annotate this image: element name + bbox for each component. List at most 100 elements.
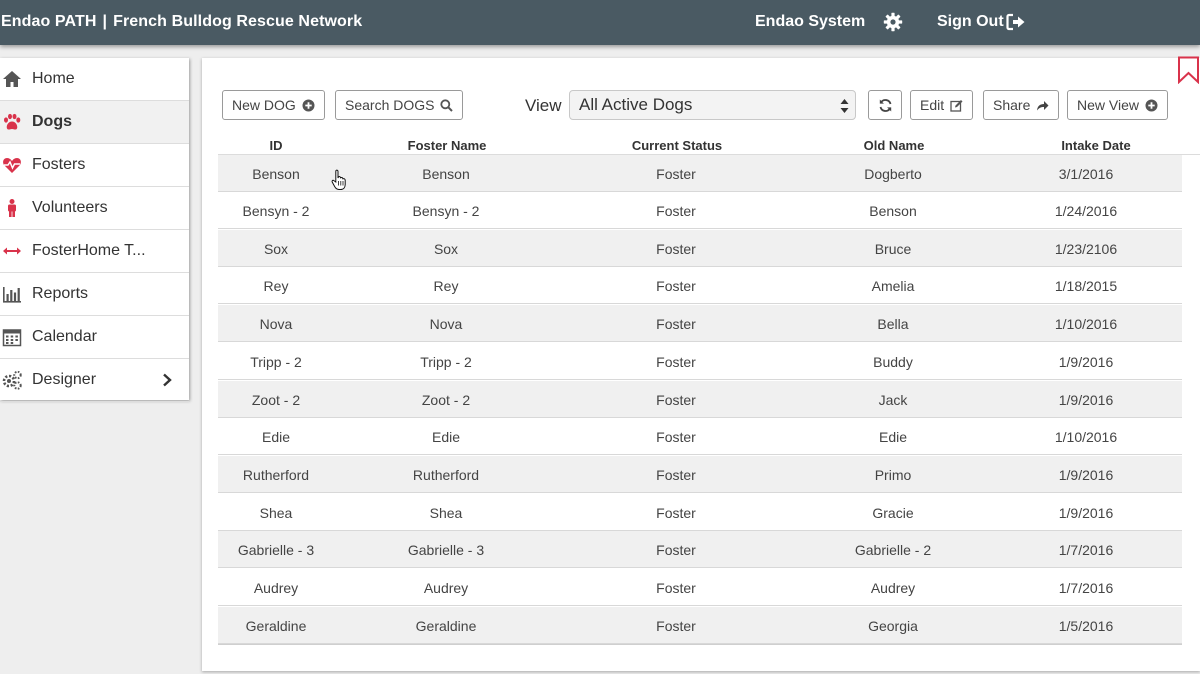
cell-old-name: Georgia xyxy=(868,618,918,634)
sidebar-item-label: FosterHome T... xyxy=(32,242,146,259)
cell-current-status: Foster xyxy=(656,467,696,483)
cell-intake-date: 1/9/2016 xyxy=(1058,505,1114,521)
sidebar-item-designer[interactable]: Designer xyxy=(0,359,189,402)
cell-old-name: Amelia xyxy=(871,278,915,294)
sidebar-item-volunteers[interactable]: Volunteers xyxy=(0,187,189,230)
cell-current-status: Foster xyxy=(656,241,696,257)
cell-intake-date: 1/7/2016 xyxy=(1058,542,1114,558)
table-row[interactable]: Shea Shea Foster Gracie 1/9/2016 xyxy=(218,494,1182,531)
table-row[interactable]: Geraldine Geraldine Foster Georgia 1/5/2… xyxy=(218,607,1182,644)
column-header-id[interactable]: ID xyxy=(270,138,283,153)
cell-current-status: Foster xyxy=(656,203,696,219)
cell-foster-name: Audrey xyxy=(423,580,469,596)
select-arrows-icon xyxy=(840,99,849,113)
edit-button[interactable]: Edit xyxy=(910,90,974,120)
cell-id: Zoot - 2 xyxy=(251,392,301,408)
cell-intake-date: 1/24/2016 xyxy=(1054,203,1118,219)
new-view-button[interactable]: New View xyxy=(1067,90,1168,120)
new-dog-button[interactable]: New DOG xyxy=(222,90,325,120)
search-dogs-button[interactable]: Search DOGS xyxy=(335,90,464,120)
sidebar-menu: Home Dogs Fosters Volunteers FosterHome … xyxy=(0,58,189,402)
cell-foster-name: Bensyn - 2 xyxy=(412,203,480,219)
cell-id: Edie xyxy=(261,429,291,445)
cell-old-name: Dogberto xyxy=(864,166,922,182)
system-menu[interactable]: Endao System xyxy=(755,13,865,31)
plus-circle-icon xyxy=(1145,99,1158,111)
calendar-icon xyxy=(2,329,22,347)
cell-old-name: Audrey xyxy=(870,580,916,596)
refresh-button[interactable] xyxy=(868,90,902,120)
sidebar-item-reports[interactable]: Reports xyxy=(0,273,189,316)
cell-intake-date: 1/7/2016 xyxy=(1058,580,1114,596)
cell-intake-date: 3/1/2016 xyxy=(1058,166,1114,182)
table-row[interactable]: Edie Edie Foster Edie 1/10/2016 xyxy=(218,418,1182,455)
top-navigation-bar: Endao PATH | French Bulldog Rescue Network… xyxy=(0,0,1200,45)
view-select[interactable]: All Active Dogs xyxy=(569,90,856,120)
cell-id: Rey xyxy=(263,278,289,294)
cell-intake-date: 1/5/2016 xyxy=(1058,618,1114,634)
person-icon xyxy=(8,199,16,217)
cell-intake-date: 1/9/2016 xyxy=(1058,392,1114,408)
cell-intake-date: 1/9/2016 xyxy=(1058,354,1114,370)
cell-id: Rutherford xyxy=(242,467,310,483)
bar-chart-icon xyxy=(3,287,21,303)
brand-separator: | xyxy=(102,13,108,30)
cell-intake-date: 1/18/2015 xyxy=(1054,278,1118,294)
heartbeat-icon xyxy=(3,158,21,173)
cell-current-status: Foster xyxy=(656,354,696,370)
sidebar-item-label: Reports xyxy=(32,285,89,302)
sidebar-item-fosterhome[interactable]: FosterHome T... xyxy=(0,230,189,273)
table-row[interactable]: Sox Sox Foster Bruce 1/23/2106 xyxy=(218,230,1182,267)
sidebar-item-fosters[interactable]: Fosters xyxy=(0,144,189,187)
sign-out-link[interactable]: Sign Out xyxy=(937,13,1004,31)
cell-old-name: Jack xyxy=(878,392,908,408)
column-header-current-status[interactable]: Current Status xyxy=(632,138,722,153)
cell-current-status: Foster xyxy=(656,505,696,521)
cell-id: Gabrielle - 3 xyxy=(237,542,315,558)
cell-id: Benson xyxy=(252,166,300,182)
table-row[interactable]: Gabrielle - 3 Gabrielle - 3 Foster Gabri… xyxy=(218,531,1182,568)
cell-foster-name: Tripp - 2 xyxy=(420,354,472,370)
table-row[interactable]: Rutherford Rutherford Foster Primo 1/9/2… xyxy=(218,456,1182,493)
new-view-label: New View xyxy=(1077,97,1139,113)
edit-label: Edit xyxy=(920,97,945,113)
sidebar-item-label: Dogs xyxy=(32,113,72,130)
column-header-old-name[interactable]: Old Name xyxy=(864,138,925,153)
cell-foster-name: Sox xyxy=(433,241,459,257)
refresh-icon xyxy=(879,98,891,112)
cell-id: Audrey xyxy=(253,580,299,596)
cell-foster-name: Zoot - 2 xyxy=(421,392,471,408)
table-row[interactable]: Nova Nova Foster Bella 1/10/2016 xyxy=(218,305,1182,342)
cell-id: Bensyn - 2 xyxy=(242,203,310,219)
table-row[interactable]: Audrey Audrey Foster Audrey 1/7/2016 xyxy=(218,569,1182,606)
cell-old-name: Buddy xyxy=(873,354,913,370)
cell-id: Nova xyxy=(259,316,293,332)
gear-icon[interactable] xyxy=(883,12,903,32)
cell-old-name: Bruce xyxy=(874,241,912,257)
column-header-intake-date[interactable]: Intake Date xyxy=(1061,138,1130,153)
table-row[interactable]: Tripp - 2 Tripp - 2 Foster Buddy 1/9/201… xyxy=(218,343,1182,380)
sidebar-item-calendar[interactable]: Calendar xyxy=(0,316,189,359)
cell-foster-name: Rutherford xyxy=(412,467,480,483)
table-row[interactable]: Rey Rey Foster Amelia 1/18/2015 xyxy=(218,267,1182,304)
app-brand[interactable]: Endao PATH | French Bulldog Rescue Network xyxy=(1,13,362,31)
bookmark-icon[interactable] xyxy=(1177,56,1200,84)
cell-id: Shea xyxy=(259,505,293,521)
column-header-foster-name[interactable]: Foster Name xyxy=(408,138,487,153)
sidebar-item-home[interactable]: Home xyxy=(0,58,189,101)
cell-current-status: Foster xyxy=(656,392,696,408)
sidebar-item-dogs[interactable]: Dogs xyxy=(0,101,189,144)
table-row[interactable]: Zoot - 2 Zoot - 2 Foster Jack 1/9/2016 xyxy=(218,381,1182,418)
share-button[interactable]: Share xyxy=(983,90,1060,120)
chevron-right-icon[interactable] xyxy=(161,373,173,387)
cell-foster-name: Gabrielle - 3 xyxy=(407,542,485,558)
table-row[interactable]: Bensyn - 2 Bensyn - 2 Foster Benson 1/24… xyxy=(218,192,1182,229)
cell-current-status: Foster xyxy=(656,580,696,596)
view-label: View xyxy=(525,96,562,115)
cell-intake-date: 1/9/2016 xyxy=(1058,467,1114,483)
table-row[interactable]: Benson Benson Foster Dogberto 3/1/2016 xyxy=(218,155,1182,192)
cell-current-status: Foster xyxy=(656,278,696,294)
sidebar-item-label: Designer xyxy=(32,371,97,388)
sign-out-icon[interactable] xyxy=(1006,13,1026,31)
table-header: ID Foster Name Current Status Old Name I… xyxy=(218,137,1200,155)
